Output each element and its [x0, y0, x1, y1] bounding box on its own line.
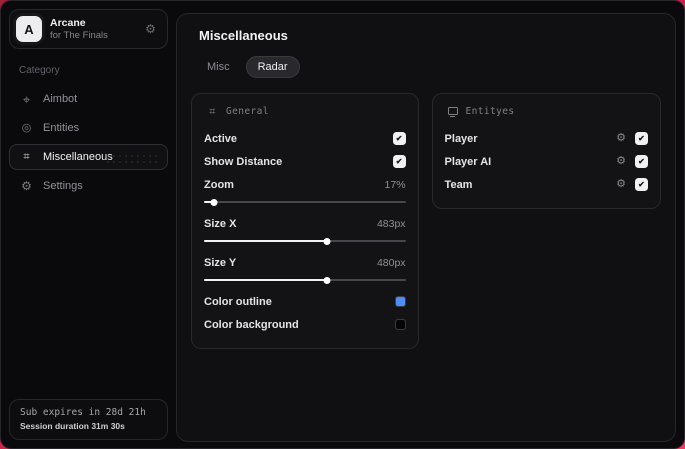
- sidebar-header-card: A Arcane for The Finals: [9, 9, 168, 49]
- entity-controls: [616, 132, 648, 145]
- slider-fill: [204, 279, 327, 281]
- sidebar-item-label: Entities: [43, 122, 80, 134]
- panel-header: General: [206, 106, 406, 117]
- scan-icon: [20, 123, 33, 134]
- app-subtitle: for The Finals: [50, 29, 108, 41]
- monitor-icon: [447, 106, 459, 117]
- slider-thumb[interactable]: [323, 276, 331, 284]
- sidebar-item-label: Settings: [43, 180, 83, 192]
- slider-label-row: Zoom 17%: [204, 173, 406, 196]
- setting-player-ai: Player AI: [445, 150, 648, 173]
- app-title: Arcane: [50, 16, 86, 29]
- color-swatch-color-outline[interactable]: [394, 296, 406, 307]
- tab-misc[interactable]: Misc: [195, 56, 242, 78]
- sidebar-item-settings[interactable]: Settings: [9, 173, 168, 199]
- sidebar: A Arcane for The Finals Category Aimbot E…: [1, 1, 176, 448]
- sidebar-item-miscellaneous[interactable]: Miscellaneous: [9, 144, 168, 170]
- setting-label: Team: [444, 178, 473, 191]
- setting-label: Color outline: [204, 295, 272, 308]
- app-window: A Arcane for The Finals Category Aimbot E…: [0, 0, 685, 449]
- setting-value: 17%: [384, 178, 406, 191]
- setting-label: Zoom: [204, 178, 234, 191]
- entity-controls: [616, 178, 648, 191]
- setting-label: Show Distance: [204, 155, 283, 168]
- checkbox-player[interactable]: [635, 132, 648, 145]
- tab-radar[interactable]: Radar: [245, 56, 300, 78]
- sliders-icon: [20, 152, 33, 163]
- panels-container: General Active Show Distance Zoom 17% Size X 4…: [191, 93, 661, 349]
- setting-color-background: Color background: [204, 313, 406, 336]
- sidebar-nav: Aimbot Entities Miscellaneous Settings: [9, 86, 168, 199]
- slider-label-row: Size X 483px: [204, 212, 406, 235]
- tab-bar: Misc Radar: [195, 56, 661, 78]
- setting-label: Active: [204, 132, 238, 145]
- slider-thumb[interactable]: [210, 198, 218, 206]
- gear-icon[interactable]: [616, 179, 626, 190]
- gear-icon[interactable]: [616, 133, 626, 144]
- category-label: Category: [19, 65, 60, 76]
- panel-header: Entityes: [447, 106, 648, 117]
- main-panel: Miscellaneous MiscRadar General Active Sho…: [176, 13, 676, 442]
- setting-color-outline: Color outline: [204, 290, 406, 313]
- slider-track-zoom[interactable]: [204, 198, 406, 206]
- slider-fill: [204, 240, 327, 242]
- sub-expiry-text: Sub expires in 28d 21h: [20, 407, 146, 418]
- checkbox-team[interactable]: [635, 178, 648, 191]
- setting-team: Team: [445, 173, 648, 196]
- setting-label: Player AI: [444, 155, 492, 168]
- checkbox-player-ai[interactable]: [635, 155, 648, 168]
- setting-label: Size Y: [204, 256, 237, 269]
- setting-value: 480px: [376, 256, 406, 269]
- sidebar-item-aimbot[interactable]: Aimbot: [9, 86, 168, 112]
- slider-label-row: Size Y 480px: [204, 251, 406, 274]
- setting-size-x: Size X 483px: [204, 212, 406, 245]
- app-logo: A: [16, 16, 42, 42]
- subscription-card: Sub expires in 28d 21h Session duration …: [9, 399, 168, 440]
- setting-player: Player: [445, 127, 648, 150]
- page-title: Miscellaneous: [199, 28, 288, 43]
- color-swatch-color-background[interactable]: [394, 319, 406, 330]
- checkbox-show-distance[interactable]: [392, 155, 406, 168]
- setting-show-distance: Show Distance: [204, 150, 406, 173]
- slider-track-size-y[interactable]: [204, 276, 406, 284]
- sliders-icon: [206, 106, 219, 117]
- panel-entityes: Entityes Player Player AI Team: [431, 93, 661, 209]
- gear-icon: [20, 180, 33, 192]
- sidebar-item-entities[interactable]: Entities: [9, 115, 168, 141]
- crosshair-icon: [20, 93, 33, 106]
- panel-title: Entityes: [465, 106, 515, 117]
- gear-icon[interactable]: [616, 156, 626, 167]
- gear-icon[interactable]: [144, 23, 157, 35]
- setting-zoom: Zoom 17%: [204, 173, 406, 206]
- checkbox-active[interactable]: [392, 132, 406, 145]
- slider-track-size-x[interactable]: [204, 237, 406, 245]
- setting-label: Color background: [204, 318, 299, 331]
- setting-active: Active: [204, 127, 406, 150]
- sidebar-item-label: Miscellaneous: [43, 151, 113, 163]
- entity-controls: [616, 155, 648, 168]
- setting-label: Player: [444, 132, 478, 145]
- sidebar-item-label: Aimbot: [43, 93, 78, 105]
- panel-general: General Active Show Distance Zoom 17% Size X 4…: [191, 93, 419, 349]
- slider-thumb[interactable]: [323, 237, 331, 245]
- setting-label: Size X: [204, 217, 237, 230]
- setting-value: 483px: [376, 217, 406, 230]
- setting-size-y: Size Y 480px: [204, 251, 406, 284]
- session-duration-text: Session duration 31m 30s: [20, 421, 125, 431]
- panel-title: General: [226, 106, 269, 117]
